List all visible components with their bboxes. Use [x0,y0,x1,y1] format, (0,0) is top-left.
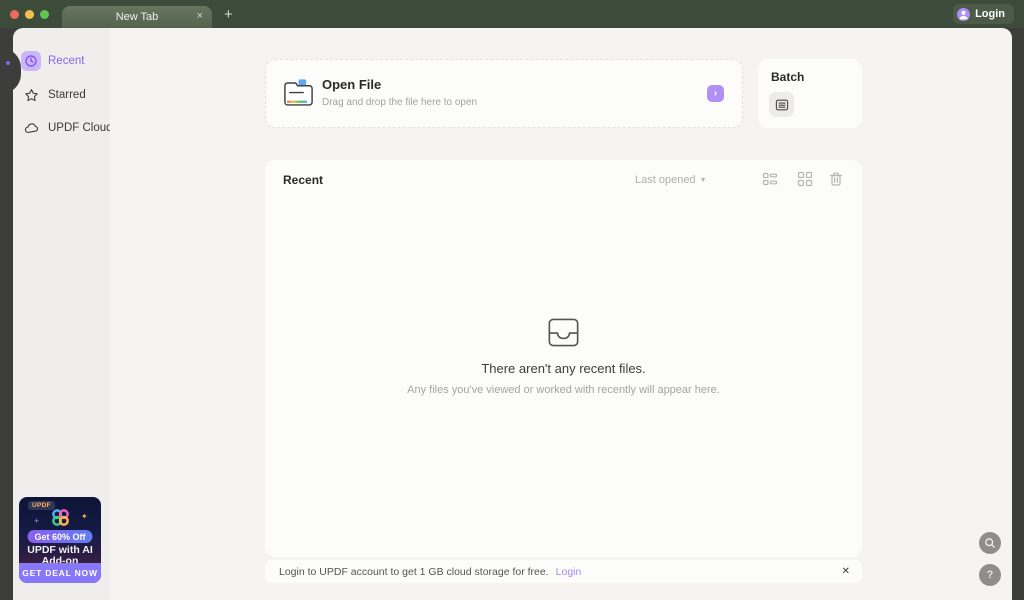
titlebar: New Tab × + Login [0,0,1024,28]
star-icon [21,85,41,105]
sidebar-item-updf-cloud[interactable]: UPDF Cloud [21,116,113,140]
sidebar-item-starred[interactable]: Starred [21,83,107,107]
batch-icon[interactable] [769,92,794,117]
search-button[interactable] [979,532,1001,554]
open-file-subtitle: Drag and drop the file here to open [322,97,478,108]
sidebar-item-label: Recent [48,55,85,67]
cloud-login-banner: Login to UPDF account to get 1 GB cloud … [265,560,862,583]
empty-state-subtitle: Any files you've viewed or worked with r… [407,384,720,396]
app-window: New Tab × + Login Recent Starred UPDF Cl… [0,0,1024,600]
clock-icon [21,51,41,71]
promo-banner[interactable]: UPDF + ✦ Get 60% Off UPDF with AI Add-on [19,497,101,583]
open-file-dropzone[interactable]: Open File Drag and drop the file here to… [265,59,743,128]
recent-panel: Recent Last opened ▼ There aren't any re… [265,160,862,557]
login-button-label: Login [975,8,1005,20]
list-view-icon[interactable] [762,171,778,187]
help-button[interactable]: ? [979,564,1001,586]
get-deal-now-button[interactable]: GET DEAL NOW [19,563,101,583]
banner-login-link[interactable]: Login [556,566,582,578]
batch-title: Batch [771,70,805,84]
close-icon[interactable]: ✕ [842,566,850,577]
search-icon [985,538,995,548]
sparkle-icon: ✦ [81,512,88,521]
help-icon: ? [986,569,994,581]
close-tab-icon[interactable]: × [197,10,203,22]
sidebar-item-label: UPDF Cloud [48,122,113,134]
sidebar-item-label: Starred [48,89,86,101]
sort-dropdown-label: Last opened [635,174,696,186]
login-button[interactable]: Login [953,4,1014,24]
close-window-button[interactable] [10,10,19,19]
main-content: Open File Drag and drop the file here to… [110,28,1012,600]
sort-dropdown[interactable]: Last opened ▼ [635,174,707,186]
grid-view-icon[interactable] [797,171,813,187]
chevron-down-icon: ▼ [699,176,707,184]
tab-title: New Tab [115,11,159,23]
recent-panel-title: Recent [283,173,324,187]
user-avatar-icon [957,7,971,21]
window-body: Recent Starred UPDF Cloud UPDF + ✦ Get 6… [0,28,1024,600]
trash-icon[interactable] [828,171,844,187]
sidebar-item-recent[interactable]: Recent [21,49,107,73]
empty-tray-icon [545,316,582,354]
sidebar: Recent Starred UPDF Cloud UPDF + ✦ Get 6… [13,28,113,600]
banner-text: Login to UPDF account to get 1 GB cloud … [279,565,549,578]
zoom-window-button[interactable] [40,10,49,19]
promo-offer-text: Get 60% Off [34,531,86,542]
notification-dot [6,61,10,65]
open-file-chevron-button[interactable]: › [707,85,724,102]
sparkle-icon: + [34,516,40,526]
new-tab-button[interactable]: + [220,4,237,25]
batch-card[interactable]: Batch [758,59,862,128]
tab-new-tab[interactable]: New Tab × [62,6,212,28]
folder-icon [282,78,315,113]
cloud-icon [21,118,41,138]
open-file-title: Open File [322,77,382,92]
promo-offer-pill: Get 60% Off [27,530,93,543]
minimize-window-button[interactable] [25,10,34,19]
empty-state-title: There aren't any recent files. [481,361,646,376]
